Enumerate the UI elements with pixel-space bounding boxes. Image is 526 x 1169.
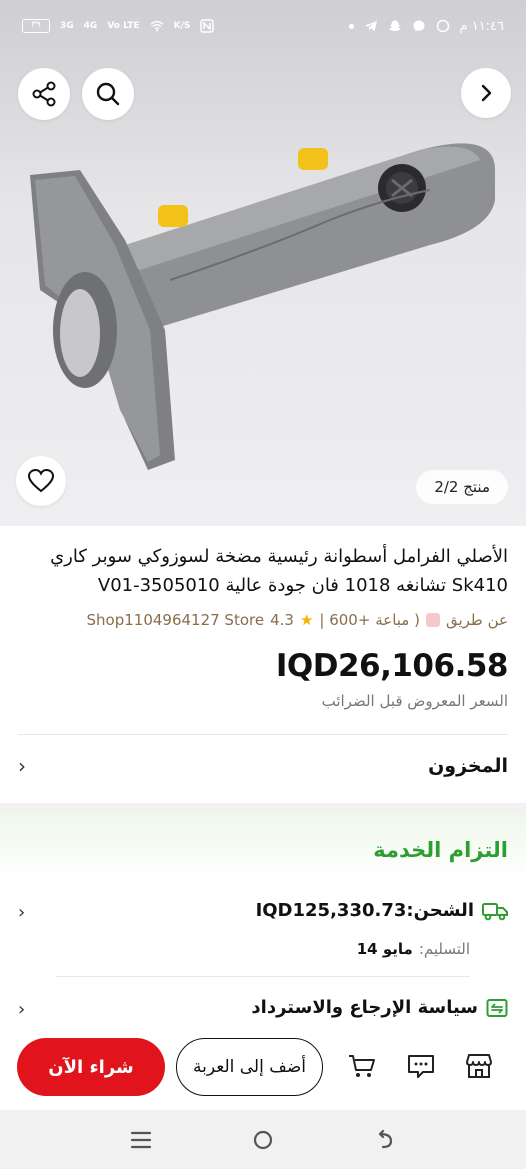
chevron-left-icon: ‹ bbox=[18, 999, 26, 1020]
delivery-date: مايو 14 bbox=[356, 940, 413, 958]
sold-count: ( مباعة +600 | bbox=[319, 611, 420, 629]
status-left: ٣٩ 3G 4G Vo LTE K/S bbox=[22, 19, 215, 33]
product-image[interactable]: منتج 2/2 bbox=[0, 0, 526, 526]
delivery-info: التسليم: مايو 14 bbox=[357, 940, 470, 958]
delivery-label: التسليم: bbox=[418, 940, 470, 958]
star-icon: ★ bbox=[299, 611, 314, 629]
clock: ١١:٤٦ م bbox=[459, 18, 505, 34]
return-policy-label: سياسة الإرجاع والاسترداد bbox=[251, 997, 478, 1018]
chevron-left-icon: ‹ bbox=[18, 754, 26, 778]
product-price: IQD26,106.58 bbox=[275, 648, 509, 684]
action-bar: أضف إلى العربة شراء الآن bbox=[0, 1035, 526, 1107]
buy-now-button[interactable]: شراء الآن bbox=[17, 1038, 165, 1096]
system-nav-bar bbox=[0, 1110, 526, 1169]
home-circle-icon bbox=[253, 1130, 273, 1149]
notification-dot bbox=[348, 23, 354, 29]
snapchat-icon bbox=[388, 20, 401, 31]
image-counter: منتج 2/2 bbox=[416, 470, 508, 504]
system-back-button[interactable] bbox=[365, 1120, 405, 1160]
status-right: ١١:٤٦ م bbox=[348, 18, 505, 34]
telegram-icon bbox=[364, 21, 377, 31]
chevron-right-icon bbox=[481, 84, 492, 102]
chat-button[interactable] bbox=[404, 1049, 438, 1083]
divider bbox=[56, 976, 470, 977]
chat-icon bbox=[408, 1055, 434, 1078]
shipping-row[interactable]: الشحن:IQD125,330.73 ‹ bbox=[18, 900, 508, 923]
add-to-cart-button[interactable]: أضف إلى العربة bbox=[176, 1038, 323, 1096]
share-button[interactable] bbox=[18, 68, 70, 120]
cart-button[interactable] bbox=[345, 1049, 379, 1083]
store-icon bbox=[466, 1054, 492, 1078]
menu-lines-icon bbox=[130, 1131, 152, 1148]
seller-info[interactable]: عن طريق ( مباعة +600 | ★ 4.3 Shop1104964… bbox=[87, 611, 509, 629]
nfc-icon bbox=[200, 19, 215, 33]
back-arrow-icon bbox=[378, 1129, 393, 1148]
store-name[interactable]: Shop1104964127 Store bbox=[87, 611, 265, 629]
search-icon bbox=[96, 82, 120, 106]
status-bar: ٣٩ 3G 4G Vo LTE K/S ١١:٤٦ م bbox=[0, 0, 526, 52]
inventory-row[interactable]: المخزون ‹ bbox=[18, 754, 508, 778]
wifi-icon bbox=[150, 20, 164, 32]
inventory-label: المخزون bbox=[428, 755, 508, 777]
return-icon bbox=[486, 998, 508, 1017]
heart-icon bbox=[27, 468, 55, 493]
rating-value: 4.3 bbox=[270, 611, 294, 629]
battery-indicator: ٣٩ bbox=[22, 19, 50, 33]
brake-master-cylinder-photo bbox=[30, 143, 495, 470]
divider bbox=[18, 734, 508, 735]
truck-icon bbox=[482, 902, 508, 920]
chevron-left-icon: ‹ bbox=[18, 902, 26, 923]
network-4g: 4G bbox=[83, 20, 98, 31]
share-icon bbox=[32, 81, 56, 107]
store-button[interactable] bbox=[462, 1049, 496, 1083]
recent-apps-button[interactable] bbox=[121, 1120, 161, 1160]
seller-prefix: عن طريق bbox=[445, 611, 508, 629]
wishlist-button[interactable] bbox=[16, 456, 66, 506]
back-button[interactable] bbox=[461, 68, 511, 118]
home-button[interactable] bbox=[243, 1120, 283, 1160]
cart-icon bbox=[349, 1055, 375, 1077]
search-button[interactable] bbox=[82, 68, 134, 120]
shipping-cost: الشحن:IQD125,330.73 bbox=[255, 900, 474, 921]
service-commitment-title: التزام الخدمة bbox=[373, 838, 508, 862]
whatsapp-icon bbox=[436, 19, 449, 33]
store-icon bbox=[425, 613, 440, 627]
volte-indicator: Vo LTE bbox=[107, 20, 140, 31]
network-3g: 3G bbox=[60, 20, 74, 31]
section-separator bbox=[0, 803, 526, 813]
speed-indicator: K/S bbox=[173, 20, 191, 31]
product-title: الأصلي الفرامل أسطوانة رئيسية مضخة لسوزو… bbox=[50, 546, 508, 596]
return-policy-row[interactable]: سياسة الإرجاع والاسترداد ‹ bbox=[18, 997, 508, 1020]
tax-note: السعر المعروض قبل الضرائب bbox=[321, 692, 508, 710]
messenger-icon bbox=[413, 20, 424, 32]
